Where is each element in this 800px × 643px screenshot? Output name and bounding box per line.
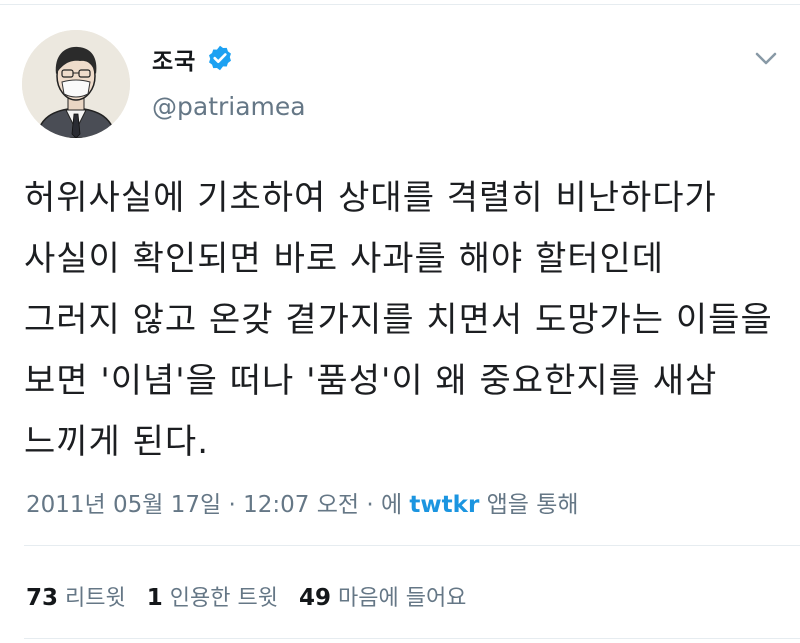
tweet-text: 허위사실에 기초하여 상대를 격렬히 비난하다가 사실이 확인되면 바로 사과를…	[24, 168, 784, 473]
retweets-stat[interactable]: 73 리트윗	[26, 585, 133, 611]
quotes-stat[interactable]: 1 인용한 트윗	[146, 585, 285, 611]
handle[interactable]: @patriamea	[152, 92, 306, 121]
verified-badge-icon	[209, 45, 231, 71]
likes-count: 49	[298, 585, 331, 611]
source-link[interactable]: twtkr	[409, 492, 479, 518]
tweet-metadata: 2011년 05월 17일 · 12:07 오전 · 에 twtkr 앱을 통해	[26, 485, 579, 519]
quotes-count: 1	[146, 585, 163, 611]
tweet-text-line: 보면 '이념'을 떠나 '품성'이 왜 중요한지를 새삼	[24, 361, 718, 401]
display-name[interactable]: 조국	[152, 42, 196, 76]
retweets-label: 리트윗	[65, 586, 126, 611]
likes-label: 마음에 들어요	[337, 586, 467, 611]
tweet-text-line: 허위사실에 기초하여 상대를 격렬히 비난하다가	[24, 178, 717, 218]
tweet-card: 조국 @patriamea 허위사실에 기초하여 상대를 격렬히 비난하다가 사…	[0, 0, 800, 643]
retweets-count: 73	[26, 585, 59, 611]
tweet-text-line: 사실이 확인되면 바로 사과를 해야 할터인데	[24, 239, 665, 279]
stats-top-divider	[24, 545, 800, 546]
tweet-stats: 73 리트윗 1 인용한 트윗 49 마음에 들어요	[26, 580, 480, 612]
top-divider	[0, 4, 800, 5]
stats-bottom-divider	[24, 638, 800, 639]
tweet-text-line: 느끼게 된다.	[24, 422, 210, 462]
timestamp[interactable]: 2011년 05월 17일 · 12:07 오전 · 에	[26, 492, 402, 518]
avatar-illustration	[22, 30, 130, 138]
source-suffix: 앱을 통해	[486, 492, 579, 518]
likes-stat[interactable]: 49 마음에 들어요	[298, 585, 467, 611]
quotes-label: 인용한 트윗	[169, 586, 278, 611]
chevron-down-icon[interactable]	[752, 48, 780, 68]
tweet-text-line: 그러지 않고 온갖 곁가지를 치면서 도망가는 이들을	[24, 300, 773, 340]
avatar[interactable]	[22, 30, 130, 138]
